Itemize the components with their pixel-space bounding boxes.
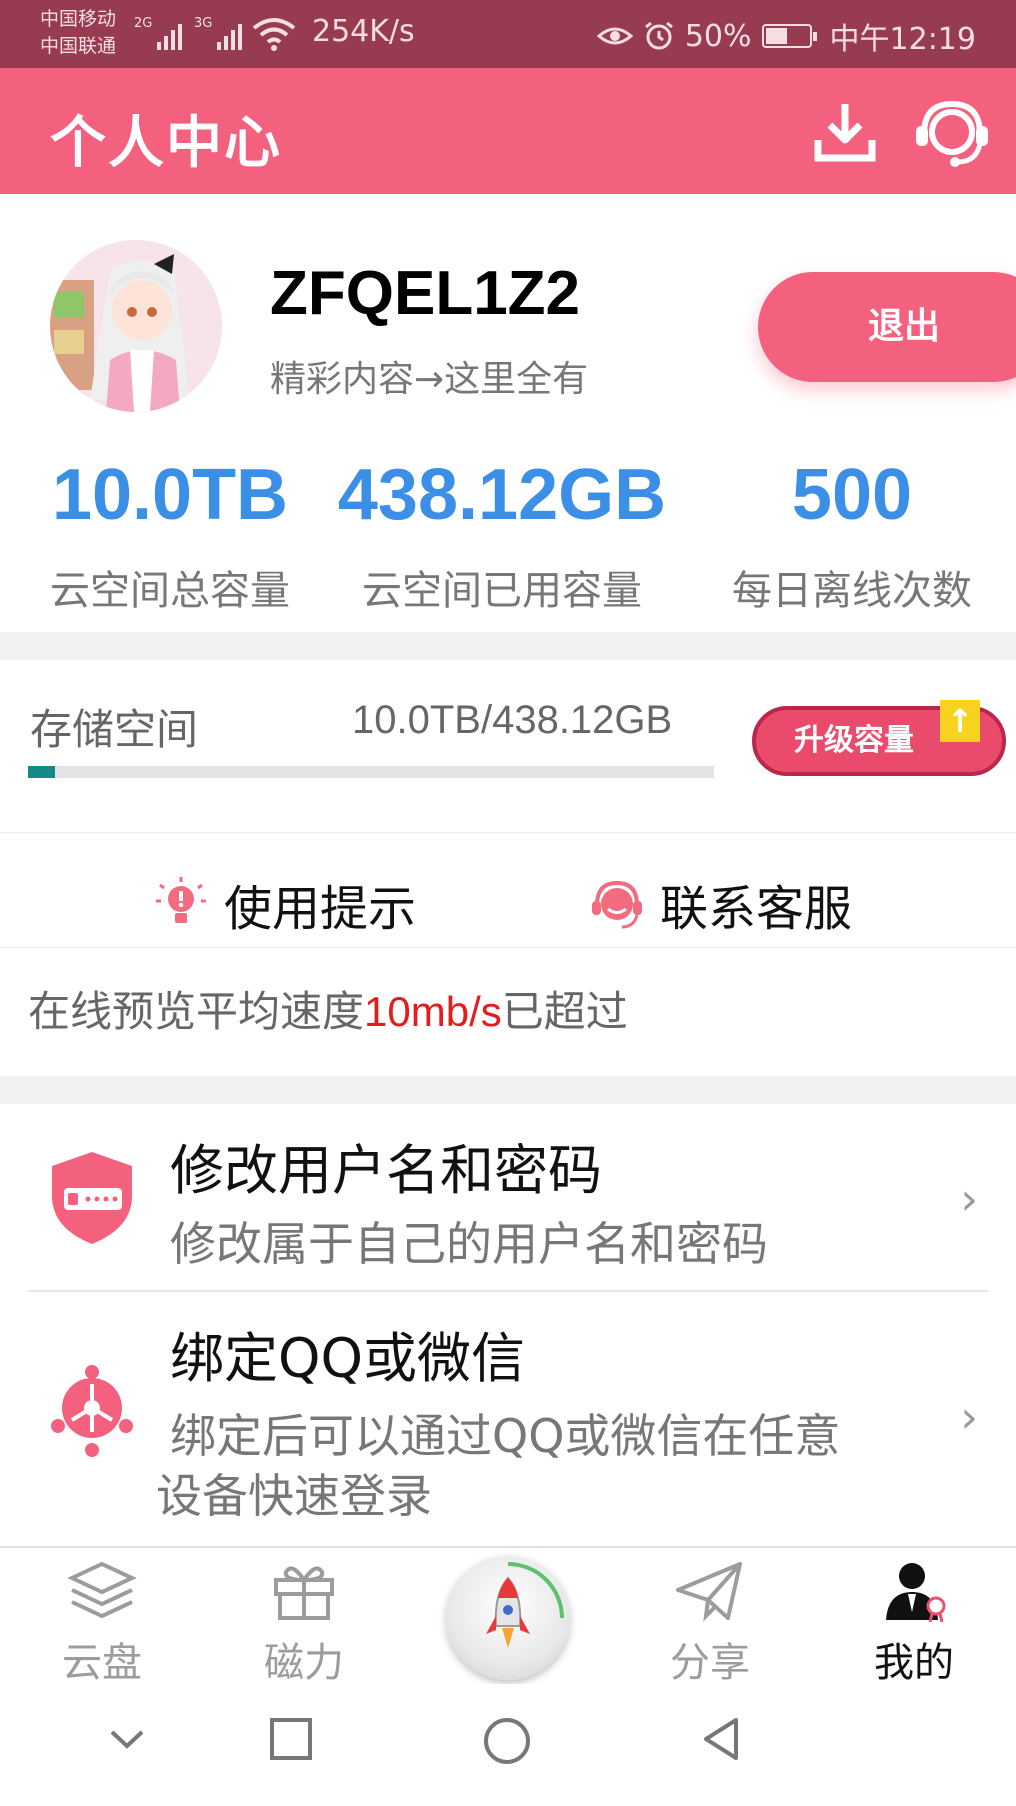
contact-support-button[interactable]: 联系客服 <box>588 869 852 939</box>
nav-label-magnet: 磁力 <box>264 1640 344 1686</box>
chevron-right-icon: › <box>960 1392 978 1443</box>
usage-tips-button[interactable]: 使用提示 <box>152 869 416 939</box>
paper-plane-icon <box>676 1562 742 1622</box>
stat-used-capacity-value: 438.12GB <box>337 455 667 535</box>
user-icon <box>886 1563 946 1623</box>
signal-3g-icon: 3G <box>194 16 243 50</box>
stat-total-capacity-value: 10.0TB <box>51 455 289 535</box>
speed-notice: 在线预览平均速度10mb/s已超过 <box>28 982 988 1048</box>
back-icon[interactable] <box>698 1716 744 1762</box>
nav-item-cloud-disk[interactable]: 云盘 <box>42 1560 162 1688</box>
home-icon[interactable] <box>482 1716 532 1766</box>
user-slogan: 精彩内容→这里全有 <box>270 359 589 400</box>
carrier-names: 中国移动 中国联通 <box>40 6 116 60</box>
battery-percent: 50% <box>684 18 752 54</box>
rocket-icon <box>486 1562 564 1648</box>
nav-label-share: 分享 <box>670 1640 750 1686</box>
storage-label: 存储空间 <box>30 705 199 754</box>
nav-item-mine[interactable]: 我的 <box>854 1560 974 1688</box>
lightbulb-icon <box>156 877 206 923</box>
nav-item-magnet[interactable]: 磁力 <box>244 1560 364 1688</box>
signal-2g-icon: 2G <box>134 16 183 50</box>
arrow-up-icon: ↑ <box>940 700 980 742</box>
section-divider <box>0 1076 1016 1104</box>
stat-daily-offline-label: 每日离线次数 <box>732 568 972 614</box>
battery-icon <box>761 24 817 48</box>
customer-service-icon[interactable] <box>914 98 990 168</box>
system-nav-bar <box>0 1684 1016 1806</box>
wifi-icon <box>252 18 296 51</box>
notice-highlight: 10mb/s <box>364 988 502 1035</box>
username: ZFQEL1Z2 <box>270 259 581 328</box>
menu-title-change-credentials: 修改用户名和密码 <box>170 1139 602 1202</box>
carrier-1: 中国移动 <box>40 8 117 30</box>
menu-item-bind-qq-wechat[interactable]: 绑定QQ或微信 绑定后可以通过QQ或微信在任意 设备快速登录 › <box>28 1292 988 1536</box>
storage-progress-fill <box>28 766 56 778</box>
status-right: 50% 中午12:19 <box>596 14 976 58</box>
upgrade-capacity-label: 升级容量 <box>794 723 914 758</box>
share-network-icon <box>51 1365 133 1457</box>
menu-title-bind-qq-wechat: 绑定QQ或微信 <box>170 1327 526 1390</box>
nav-label-cloud-disk: 云盘 <box>62 1640 142 1686</box>
alarm-icon <box>644 21 673 50</box>
menu-desc-change-credentials: 修改属于自己的用户名和密码 <box>170 1217 768 1271</box>
carrier-2: 中国联通 <box>40 35 117 57</box>
eye-icon <box>596 27 633 45</box>
menu-item-change-credentials[interactable]: 修改用户名和密码 修改属于自己的用户名和密码 › <box>28 1104 988 1290</box>
status-bar: 中国移动 中国联通 2G 3G 254K/s 50% 中午12:19 <box>0 0 1016 68</box>
avatar-illustration <box>50 240 222 412</box>
stat-used-capacity-label: 云空间已用容量 <box>362 568 642 614</box>
avatar[interactable] <box>50 240 222 412</box>
support-agent-icon <box>592 880 642 929</box>
storage-progress-bar <box>28 766 714 778</box>
nav-item-share[interactable]: 分享 <box>650 1560 770 1688</box>
usage-tips-label: 使用提示 <box>224 881 417 937</box>
contact-support-label: 联系客服 <box>660 881 853 937</box>
app-header: 个人中心 <box>0 68 1016 194</box>
chevron-right-icon: › <box>960 1174 978 1225</box>
tips-row: 使用提示 联系客服 <box>0 832 1016 948</box>
download-icon[interactable] <box>810 98 880 168</box>
chevron-down-icon[interactable] <box>104 1716 150 1762</box>
shield-password-icon <box>52 1152 132 1244</box>
section-divider <box>0 632 1016 660</box>
gift-icon <box>274 1566 334 1620</box>
layers-icon <box>67 1561 137 1619</box>
menu-desc-bind-qq-wechat-line1: 绑定后可以通过QQ或微信在任意 <box>170 1409 841 1463</box>
notice-prefix: 在线预览平均速度 <box>28 987 365 1036</box>
page-title: 个人中心 <box>50 111 282 176</box>
network-speed: 254K/s <box>312 14 415 49</box>
storage-value: 10.0TB/438.12GB <box>352 698 673 742</box>
stat-total-capacity-label: 云空间总容量 <box>50 568 290 614</box>
logout-button[interactable]: 退出 <box>758 272 1016 382</box>
upgrade-capacity-button[interactable]: 升级容量 ↑ <box>752 700 1006 776</box>
recent-apps-icon[interactable] <box>268 1716 314 1762</box>
menu-desc-bind-qq-wechat-line2: 设备快速登录 <box>156 1469 432 1523</box>
stat-daily-offline-value: 500 <box>791 455 913 535</box>
nav-label-mine: 我的 <box>874 1640 954 1686</box>
clock: 中午12:19 <box>829 22 976 57</box>
notice-suffix: 已超过 <box>501 987 628 1036</box>
rocket-button[interactable] <box>446 1556 570 1680</box>
